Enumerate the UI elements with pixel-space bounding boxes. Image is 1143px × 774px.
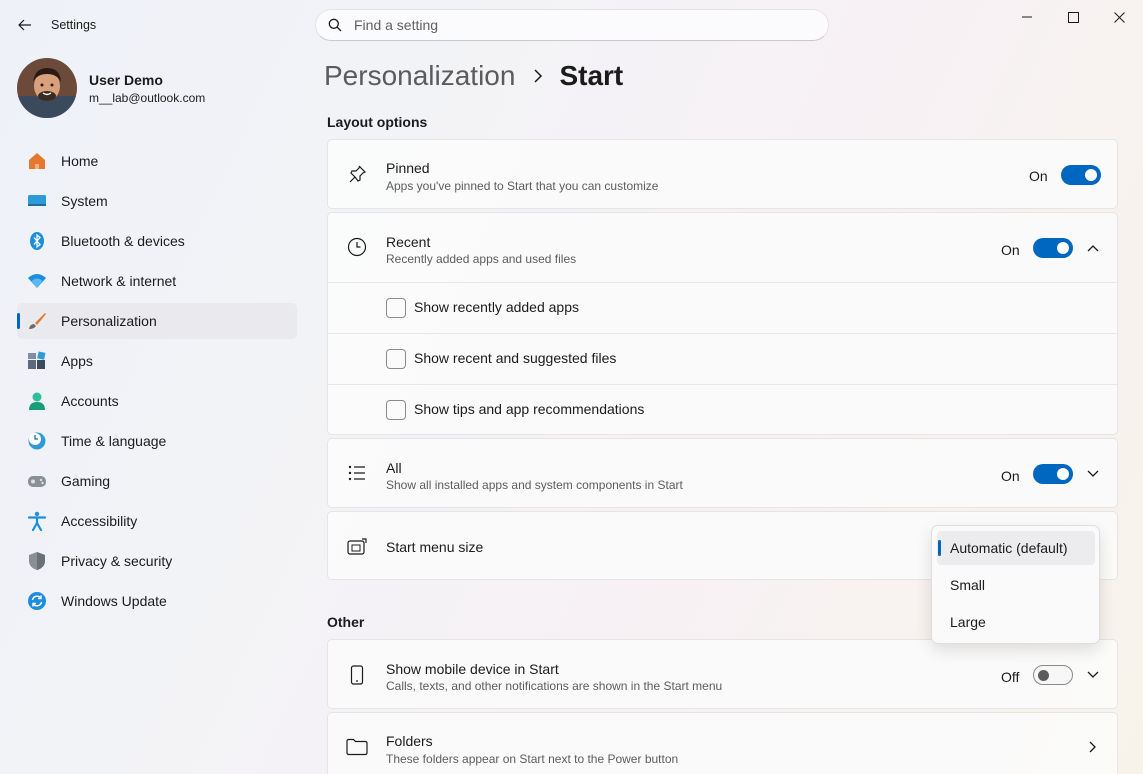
sidebar-item-accounts[interactable]: Accounts (17, 383, 297, 419)
search-input[interactable] (354, 17, 794, 33)
section-heading-other: Other (327, 614, 365, 630)
mobile-device-title: Show mobile device in Start (386, 661, 559, 677)
search-box[interactable] (315, 9, 829, 41)
folders-title: Folders (386, 733, 433, 749)
chevron-right-icon (533, 69, 543, 83)
sidebar-item-accessibility[interactable]: Accessibility (17, 503, 297, 539)
app-title: Settings (51, 18, 97, 32)
folders-description: These folders appear on Start next to th… (386, 752, 679, 766)
sidebar-item-network[interactable]: Network & internet (17, 263, 297, 299)
home-icon (27, 151, 47, 171)
all-state-label: On (1001, 468, 1020, 484)
checkbox-label: Show tips and app recommendations (414, 401, 645, 417)
maximize-button[interactable] (1050, 0, 1096, 34)
search-icon (328, 18, 342, 32)
recent-title: Recent (386, 234, 431, 250)
clock-icon (346, 236, 368, 258)
pinned-description: Apps you've pinned to Start that you can… (386, 179, 659, 193)
checkbox-label: Show recent and suggested files (414, 350, 617, 366)
bluetooth-icon (27, 231, 47, 251)
title-bar: Settings (0, 0, 1143, 50)
list-icon (346, 462, 368, 484)
all-description: Show all installed apps and system compo… (386, 478, 683, 492)
dropdown-option-small[interactable]: Small (937, 568, 1095, 602)
show-recently-added-apps-checkbox[interactable] (386, 298, 406, 318)
pinned-title: Pinned (386, 160, 430, 176)
sidebar-item-privacy[interactable]: Privacy & security (17, 543, 297, 579)
apps-icon (27, 351, 47, 371)
mobile-device-toggle[interactable] (1033, 665, 1073, 685)
profile-name: User Demo (89, 71, 163, 88)
sidebar-item-time-language[interactable]: Time & language (17, 423, 297, 459)
show-tips-recommendations-checkbox[interactable] (386, 400, 406, 420)
profile-email: m__lab@outlook.com (89, 90, 206, 105)
phone-icon (346, 664, 368, 686)
folders-card[interactable]: Folders These folders appear on Start ne… (327, 712, 1118, 774)
avatar (17, 58, 77, 118)
sidebar-item-personalization[interactable]: Personalization (17, 303, 297, 339)
pinned-card: Pinned Apps you've pinned to Start that … (327, 139, 1118, 209)
pin-icon (346, 163, 368, 185)
sidebar-item-windows-update[interactable]: Windows Update (17, 583, 297, 619)
sidebar-nav: Home System Bluetooth & devices Network … (17, 143, 297, 623)
minimize-button[interactable] (1004, 0, 1050, 34)
mobile-device-state-label: Off (1001, 669, 1020, 685)
page-title: Start (559, 60, 624, 91)
dropdown-option-large[interactable]: Large (937, 605, 1095, 639)
section-heading-layout: Layout options (327, 114, 428, 130)
mobile-device-description: Calls, texts, and other notifications ar… (386, 679, 723, 693)
checkbox-label: Show recently added apps (414, 299, 579, 315)
all-card[interactable]: All Show all installed apps and system c… (327, 438, 1118, 508)
sidebar-item-apps[interactable]: Apps (17, 343, 297, 379)
breadcrumb-parent[interactable]: Personalization (324, 60, 515, 92)
close-icon (1113, 11, 1125, 23)
show-recent-suggested-files-checkbox[interactable] (386, 349, 406, 369)
recent-state-label: On (1001, 242, 1020, 258)
back-button[interactable] (14, 14, 36, 36)
back-arrow-icon (18, 19, 31, 31)
maximize-icon (1067, 11, 1079, 23)
recent-header[interactable]: Recent Recently added apps and used file… (328, 213, 1117, 282)
time-language-icon (27, 431, 47, 451)
shield-icon (27, 551, 47, 571)
all-title: All (386, 460, 402, 476)
sidebar-item-gaming[interactable]: Gaming (17, 463, 297, 499)
system-icon (27, 191, 47, 211)
breadcrumb: Personalization Start (324, 60, 623, 92)
all-toggle[interactable] (1033, 464, 1073, 484)
chevron-down-icon[interactable] (1085, 466, 1101, 482)
start-menu-size-icon (346, 536, 368, 558)
pinned-state-label: On (1029, 168, 1048, 184)
sidebar-item-system[interactable]: System (17, 183, 297, 219)
accessibility-icon (27, 511, 47, 531)
minimize-icon (1022, 16, 1032, 18)
recent-option-row: Show recently added apps (328, 283, 1117, 333)
accounts-icon (27, 391, 47, 411)
chevron-up-icon[interactable] (1085, 240, 1101, 256)
recent-option-row: Show tips and app recommendations (328, 385, 1117, 435)
pinned-toggle[interactable] (1061, 165, 1101, 185)
user-profile[interactable]: User Demo m__lab@outlook.com (17, 58, 205, 118)
recent-toggle[interactable] (1033, 238, 1073, 258)
recent-card: Recent Recently added apps and used file… (327, 212, 1118, 435)
sidebar-item-home[interactable]: Home (17, 143, 297, 179)
close-button[interactable] (1096, 0, 1142, 34)
start-menu-size-title: Start menu size (386, 539, 484, 555)
folder-icon (346, 736, 368, 758)
chevron-down-icon[interactable] (1085, 667, 1101, 683)
gamepad-icon (27, 471, 47, 491)
mobile-device-card[interactable]: Show mobile device in Start Calls, texts… (327, 639, 1118, 709)
chevron-right-icon[interactable] (1085, 739, 1101, 755)
update-icon (27, 591, 47, 611)
start-menu-size-dropdown: Automatic (default) Small Large (931, 525, 1100, 644)
recent-description: Recently added apps and used files (386, 252, 577, 266)
dropdown-option-automatic[interactable]: Automatic (default) (937, 531, 1095, 565)
sidebar-item-bluetooth[interactable]: Bluetooth & devices (17, 223, 297, 259)
wifi-icon (27, 271, 47, 291)
recent-option-row: Show recent and suggested files (328, 334, 1117, 384)
brush-icon (27, 311, 47, 331)
